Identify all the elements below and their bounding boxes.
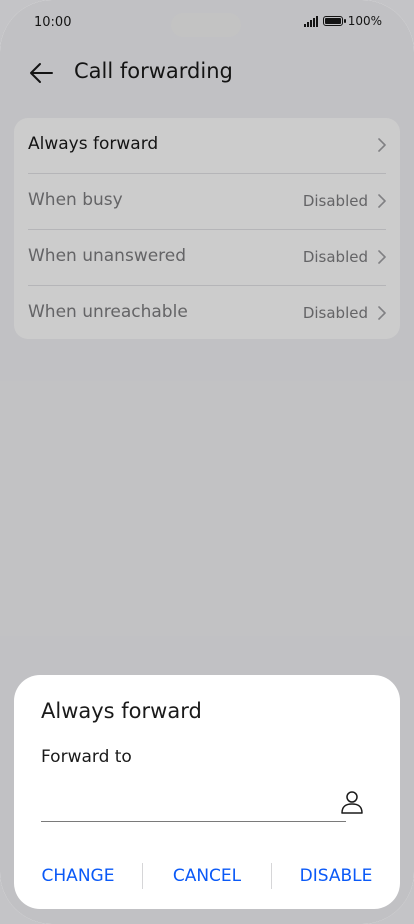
contact-person-icon[interactable] <box>340 789 364 815</box>
forward-number-input[interactable] <box>41 785 346 822</box>
always-forward-dialog: Always forward Forward to CHANGE CANCEL … <box>14 675 400 909</box>
change-button[interactable]: CHANGE <box>14 866 142 886</box>
dialog-title: Always forward <box>41 699 202 723</box>
cancel-button[interactable]: CANCEL <box>143 866 271 886</box>
dialog-actions: CHANGE CANCEL DISABLE <box>14 861 400 891</box>
forward-to-label: Forward to <box>41 747 132 767</box>
call-forwarding-screen: 10:00 100% Call forwarding Always forwar… <box>0 0 414 924</box>
disable-button[interactable]: DISABLE <box>272 866 400 886</box>
phone-frame: 10:00 100% Call forwarding Always forwar… <box>0 0 414 924</box>
